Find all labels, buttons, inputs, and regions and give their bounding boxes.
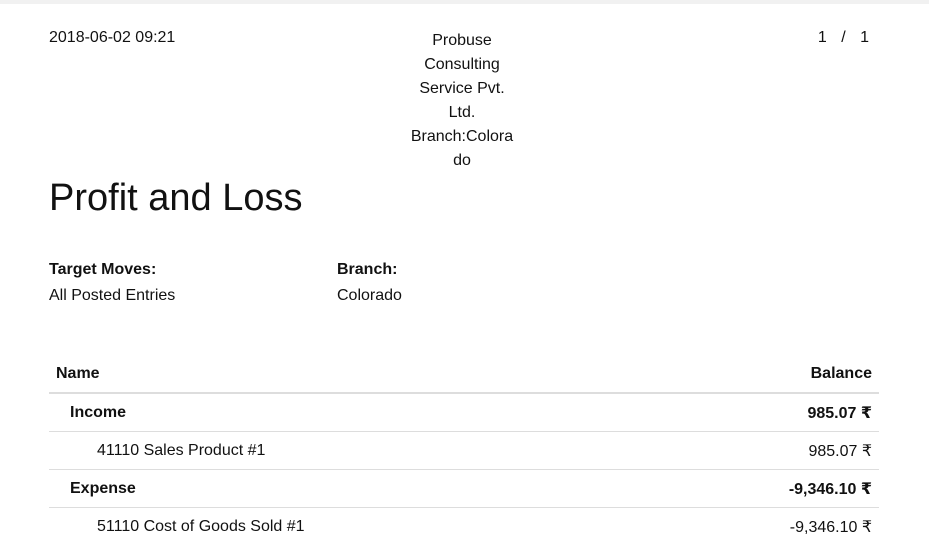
- branch-filter: Branch: Colorado: [337, 261, 625, 305]
- branch-label: Branch:: [337, 261, 398, 278]
- target-moves-value: All Posted Entries: [49, 287, 176, 304]
- report-filters: Target Moves: All Posted Entries Branch:…: [49, 261, 625, 305]
- table-row: Expense -9,346.10 ₹: [49, 469, 879, 508]
- company-line: Branch:Colora: [410, 128, 514, 145]
- report-page: 2018-06-02 09:21 Probuse Consulting Serv…: [0, 0, 929, 560]
- row-balance: 985.07 ₹: [654, 393, 879, 432]
- company-branch-header: Probuse Consulting Service Pvt. Ltd. Bra…: [402, 29, 522, 173]
- branch-value: Colorado: [337, 287, 402, 304]
- column-header-balance: Balance: [654, 355, 879, 394]
- row-name: 51110 Cost of Goods Sold #1: [97, 517, 305, 535]
- row-name: Income: [49, 393, 655, 432]
- company-line: Probuse: [432, 32, 492, 49]
- company-line: Service Pvt.: [419, 80, 505, 97]
- company-line: Ltd.: [448, 104, 476, 121]
- company-line: Consulting: [424, 56, 500, 73]
- row-balance: -9,346.10 ₹: [789, 518, 872, 536]
- report-title: Profit and Loss: [49, 177, 303, 219]
- page-total: 1: [860, 29, 869, 46]
- target-moves-filter: Target Moves: All Posted Entries: [49, 261, 337, 305]
- row-name: 41110 Sales Product #1: [49, 431, 655, 470]
- row-balance: -9,346.10 ₹: [654, 469, 879, 508]
- row-balance: 985.07 ₹: [654, 431, 879, 470]
- target-moves-label: Target Moves:: [49, 261, 157, 278]
- company-line: do: [453, 152, 471, 169]
- page-current: 1: [817, 29, 827, 46]
- table-header-row: Name Balance: [49, 355, 879, 394]
- print-datetime: 2018-06-02 09:21: [49, 29, 176, 46]
- table-row: 41110 Sales Product #1 985.07 ₹: [49, 431, 879, 470]
- page-counter: 1 / 1: [818, 29, 869, 47]
- table-row: Income 985.07 ₹: [49, 393, 879, 432]
- profit-loss-table: Name Balance Income 985.07 ₹ 41110 Sales…: [49, 355, 879, 545]
- column-header-name: Name: [49, 355, 655, 394]
- table-row: 51110 Cost of Goods Sold #1 -9,346.10 ₹: [49, 508, 879, 546]
- page-separator: /: [841, 29, 846, 46]
- row-name: Expense: [49, 469, 655, 508]
